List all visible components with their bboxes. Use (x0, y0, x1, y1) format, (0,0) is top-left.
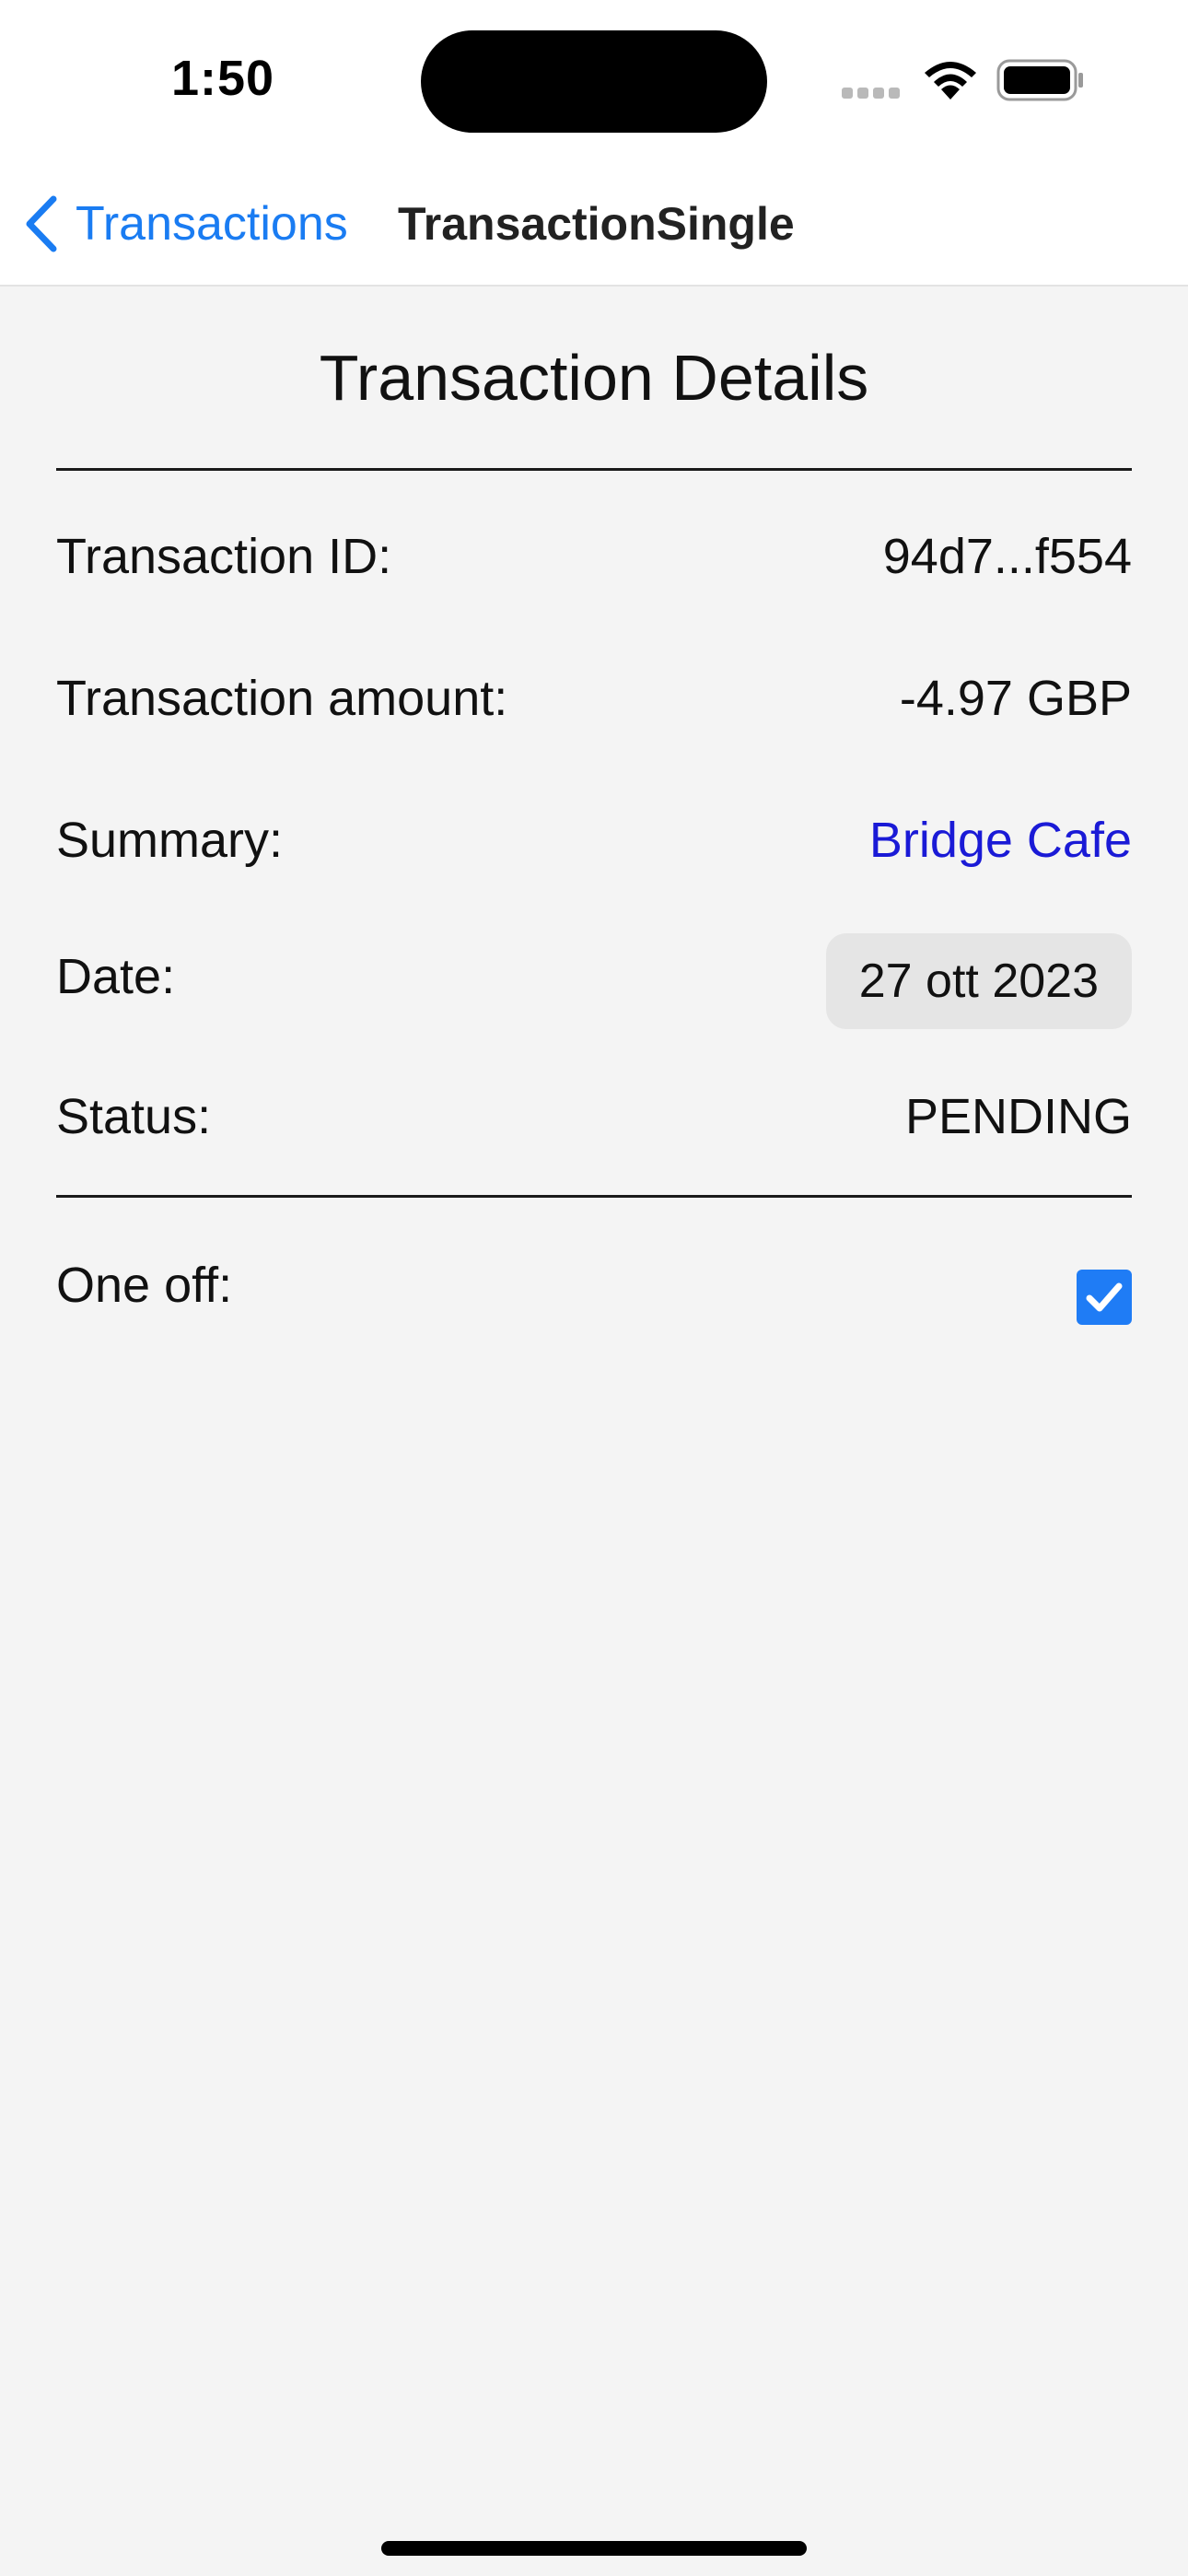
status-row: Status: PENDING (56, 1044, 1132, 1195)
transaction-id-value: 94d7...f554 (882, 529, 1132, 584)
home-indicator (381, 2541, 807, 2556)
dynamic-island (421, 30, 767, 133)
status-time: 1:50 (171, 51, 275, 106)
transaction-single-screen: 1:50 Transactions TransactionSingle Tran… (0, 0, 1188, 2576)
transaction-amount-row: Transaction amount: -4.97 GBP (56, 613, 1132, 755)
back-button-label: Transactions (76, 197, 348, 251)
navigation-bar: Transactions TransactionSingle (0, 166, 1188, 287)
summary-link[interactable]: Bridge Cafe (869, 812, 1132, 869)
transaction-id-label: Transaction ID: (56, 529, 392, 584)
date-label: Date: (56, 949, 176, 1004)
transaction-id-row: Transaction ID: 94d7...f554 (56, 471, 1132, 613)
transaction-amount-value: -4.97 GBP (899, 671, 1132, 726)
cellular-signal-icon (842, 87, 904, 99)
one-off-label: One off: (56, 1258, 233, 1313)
chevron-left-icon (26, 195, 57, 252)
date-row: Date: 27 ott 2023 (56, 896, 1132, 1044)
transaction-amount-label: Transaction amount: (56, 671, 508, 726)
summary-label: Summary: (56, 813, 284, 868)
status-bar: 1:50 (0, 0, 1188, 166)
summary-row: Summary: Bridge Cafe (56, 755, 1132, 896)
one-off-row: One off: (56, 1198, 1132, 1345)
battery-icon (996, 59, 1083, 101)
page-title: Transaction Details (319, 342, 869, 414)
transaction-details: Transaction Details Transaction ID: 94d7… (56, 287, 1132, 1345)
status-value: PENDING (904, 1089, 1132, 1144)
nav-title: TransactionSingle (398, 198, 795, 250)
one-off-checkbox[interactable] (1077, 1270, 1132, 1325)
status-label: Status: (56, 1089, 212, 1144)
date-picker-button[interactable]: 27 ott 2023 (825, 933, 1132, 1029)
back-button[interactable]: Transactions (22, 192, 348, 256)
wifi-icon (925, 62, 976, 100)
checkmark-icon (1086, 1282, 1123, 1312)
